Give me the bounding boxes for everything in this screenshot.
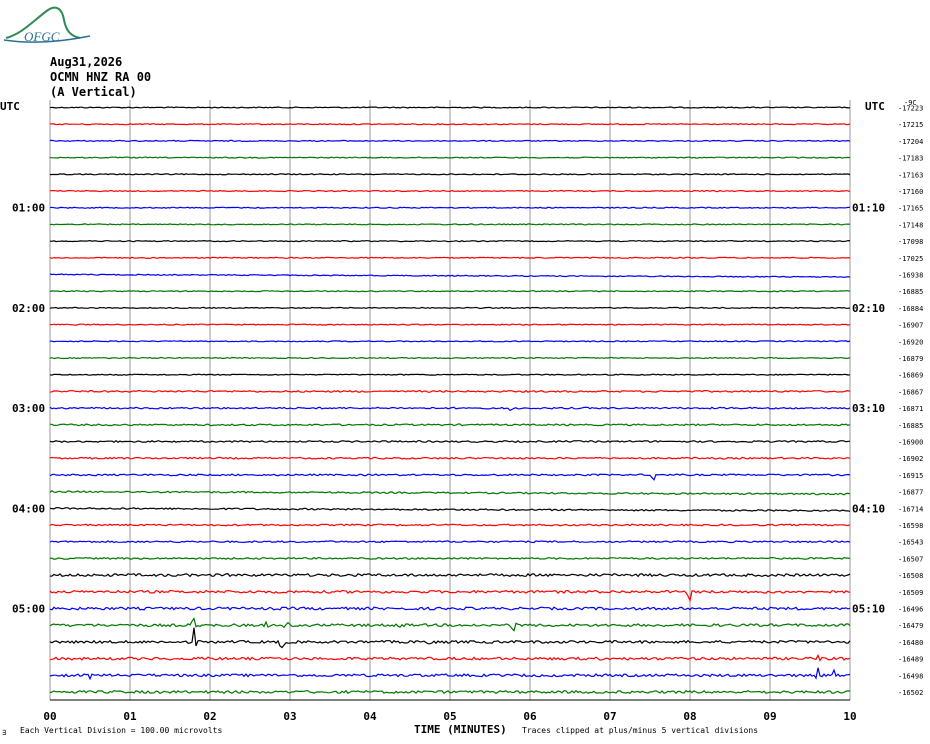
seismic-trace <box>49 106 851 109</box>
trace-offset-label: -16508 <box>898 572 923 580</box>
seismic-trace <box>49 139 851 143</box>
trace-offset-label: -16509 <box>898 589 923 597</box>
utc-label-right: UTC <box>865 100 885 113</box>
trace-offset-label: -16907 <box>898 322 923 330</box>
trace-offset-label: -16869 <box>898 372 923 380</box>
trace-offset-label: -16885 <box>898 288 923 296</box>
x-tick-label: 03 <box>283 710 296 723</box>
trace-offset-label: -16479 <box>898 622 923 630</box>
footer-left-mark: ∃ <box>2 729 6 737</box>
hour-label-left: 03:00 <box>12 402 45 415</box>
trace-offset-label: -16598 <box>898 522 923 530</box>
hour-label-left: 01:00 <box>12 202 45 215</box>
hour-label-right: 01:10 <box>852 202 885 215</box>
trace-offset-label: -17204 <box>898 138 923 146</box>
x-axis-label: TIME (MINUTES) <box>414 723 507 736</box>
x-tick-label: 08 <box>683 710 696 723</box>
seismic-trace <box>49 156 851 159</box>
seismic-trace <box>49 223 851 226</box>
hour-label-right: 02:10 <box>852 302 885 315</box>
trace-offset-label: -16884 <box>898 305 923 313</box>
seismic-trace <box>49 123 851 126</box>
x-tick-label: 05 <box>443 710 456 723</box>
trace-offset-label: -16498 <box>898 672 923 680</box>
x-tick-label: 09 <box>763 710 776 723</box>
trace-offset-label: -17160 <box>898 188 923 196</box>
trace-offset-label: -17223 <box>898 105 923 113</box>
trace-offset-label: -17215 <box>898 121 923 129</box>
seismic-trace <box>49 340 851 343</box>
x-tick-label: 06 <box>523 710 537 723</box>
hour-label-right: 03:10 <box>852 402 885 415</box>
trace-offset-label: -16502 <box>898 689 923 697</box>
trace-offset-label: -16871 <box>898 405 923 413</box>
utc-label-left: UTC <box>0 100 20 113</box>
header-station: OCMN HNZ RA 00 <box>50 70 151 84</box>
x-tick-label: 07 <box>603 710 616 723</box>
trace-offset-label: -16867 <box>898 388 923 396</box>
x-tick-labels: 00 01 02 03 04 05 06 07 08 09 10 <box>43 710 856 723</box>
logo-text: OFGC <box>24 29 60 44</box>
trace-offset-label: -16489 <box>898 656 923 664</box>
trace-offset-label: -16496 <box>898 606 923 614</box>
trace-offset-label: -17148 <box>898 221 923 229</box>
trace-offset-label: -16902 <box>898 455 923 463</box>
x-tick-label: 00 <box>43 710 56 723</box>
trace-offset-label: -16879 <box>898 355 923 363</box>
trace-offset-label: -16507 <box>898 555 923 563</box>
trace-offset-label: -17163 <box>898 171 923 179</box>
logo: OFGC <box>3 6 91 44</box>
trace-offset-label: -16480 <box>898 639 923 647</box>
trace-offset-label: -17025 <box>898 255 923 263</box>
trace-offset-label: -16900 <box>898 439 923 447</box>
division-note: Each Vertical Division = 100.00 microvol… <box>20 726 222 735</box>
trace-offset-labels: -17223 -17215 -17204 -17183 -17163 -17160 -171… <box>898 105 923 698</box>
hour-label-left: 02:00 <box>12 302 45 315</box>
trace-offset-label: -17165 <box>898 205 923 213</box>
trace-offset-label: -17183 <box>898 155 923 163</box>
seismic-trace <box>49 373 851 376</box>
trace-offset-label: -16915 <box>898 472 923 480</box>
trace-offset-label: -16938 <box>898 272 923 280</box>
hour-label-left: 04:00 <box>12 502 45 515</box>
trace-offset-label: -17098 <box>898 238 923 246</box>
header-date: Aug31,2026 <box>50 55 122 69</box>
seismic-trace <box>49 323 851 326</box>
x-tick-label: 04 <box>363 710 377 723</box>
hour-label-right: 05:10 <box>852 603 885 616</box>
x-tick-label: 02 <box>203 710 216 723</box>
x-tick-label: 10 <box>843 710 856 723</box>
trace-offset-label: -16920 <box>898 338 923 346</box>
seismic-trace <box>49 206 851 209</box>
hour-label-right: 04:10 <box>852 502 885 515</box>
trace-offset-label: -16885 <box>898 422 923 430</box>
time-grid <box>49 100 851 701</box>
trace-offset-label: -16543 <box>898 539 923 547</box>
trace-offset-label: -16877 <box>898 489 923 497</box>
header-component: (A Vertical) <box>50 85 137 99</box>
hour-label-left: 05:00 <box>12 603 45 616</box>
clip-note: Traces clipped at plus/minus 5 vertical … <box>522 726 758 735</box>
trace-offset-label: -16714 <box>898 505 923 513</box>
x-tick-label: 01 <box>123 710 137 723</box>
